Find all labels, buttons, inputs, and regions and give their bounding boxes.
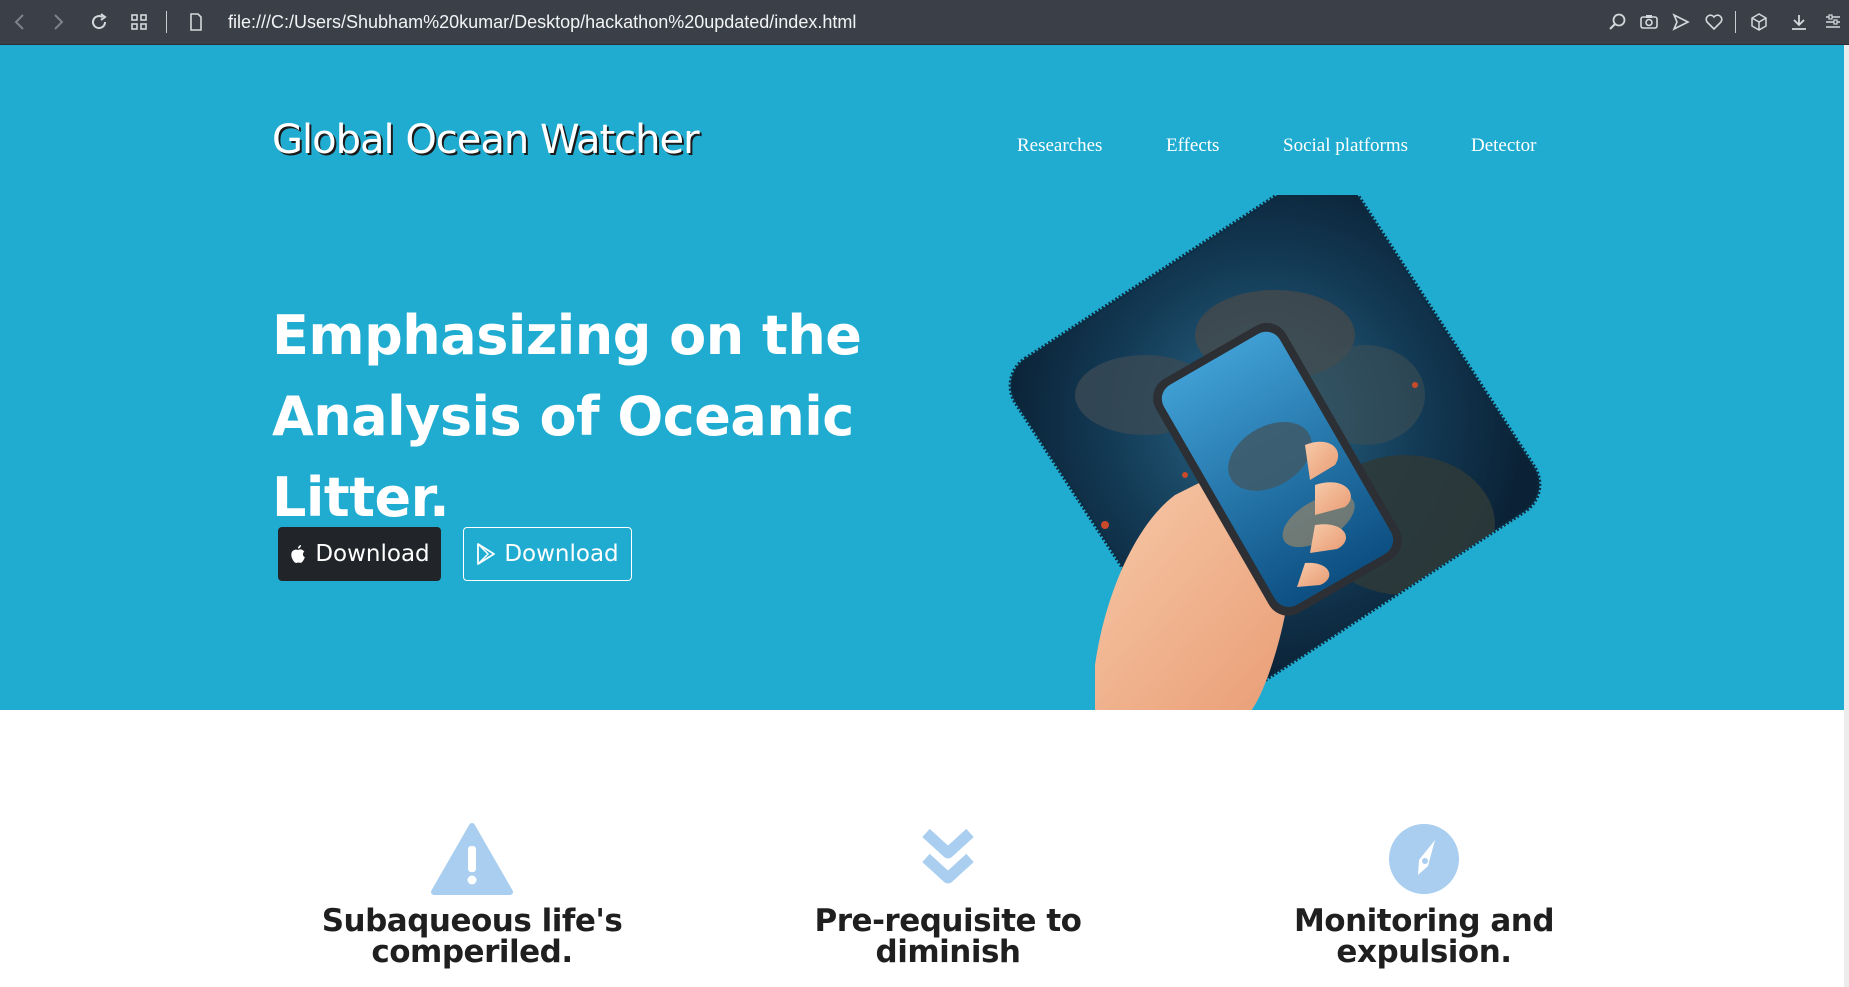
toolbar-divider bbox=[166, 11, 167, 33]
page-icon bbox=[182, 8, 210, 36]
heart-icon[interactable] bbox=[1700, 8, 1728, 36]
feature-monitoring: Monitoring and expulsion. bbox=[1194, 820, 1654, 968]
feature-1-line-2: comperiled. bbox=[371, 934, 573, 970]
send-icon[interactable] bbox=[1667, 8, 1695, 36]
speed-dial-icon[interactable] bbox=[125, 8, 153, 36]
apple-icon bbox=[291, 544, 306, 563]
hero-headline: Emphasizing on the Analysis of Oceanic L… bbox=[272, 295, 892, 538]
feature-3-line-2: expulsion. bbox=[1336, 934, 1512, 970]
headline-line-2: Analysis of Oceanic bbox=[272, 385, 854, 448]
hero-phone-illustration bbox=[1008, 195, 1542, 710]
nav-detector[interactable]: Detector bbox=[1471, 135, 1536, 157]
warning-triangle-icon bbox=[431, 823, 513, 895]
cube-icon[interactable] bbox=[1745, 8, 1773, 36]
back-icon[interactable] bbox=[6, 8, 34, 36]
nav-social-platforms[interactable]: Social platforms bbox=[1283, 135, 1408, 157]
feature-title-marine-life: Subaqueous life's comperiled. bbox=[242, 906, 702, 968]
feature-3-line-1: Monitoring and bbox=[1293, 903, 1555, 939]
download-icon[interactable] bbox=[1785, 8, 1813, 36]
hero-scrollbar[interactable] bbox=[1844, 45, 1849, 710]
feature-title-monitoring: Monitoring and expulsion. bbox=[1194, 906, 1654, 968]
feature-1-line-1: Subaqueous life's bbox=[321, 903, 623, 939]
feature-marine-life: Subaqueous life's comperiled. bbox=[242, 820, 702, 968]
compass-icon bbox=[1389, 824, 1459, 894]
toolbar-divider-2 bbox=[1735, 11, 1736, 33]
page-scrollbar[interactable] bbox=[1844, 710, 1849, 987]
hero-section: Global Ocean Watcher Researches Effects … bbox=[0, 45, 1849, 710]
play-store-download-button[interactable]: Download bbox=[463, 527, 632, 581]
app-store-download-label: Download bbox=[315, 541, 430, 567]
feature-2-line-2: diminish bbox=[875, 934, 1021, 970]
play-store-download-label: Download bbox=[504, 541, 619, 567]
camera-icon[interactable] bbox=[1635, 8, 1663, 36]
address-bar[interactable]: file:///C:/Users/Shubham%20kumar/Desktop… bbox=[228, 9, 856, 35]
nav-effects[interactable]: Effects bbox=[1166, 135, 1219, 157]
feature-2-line-1: Pre-requisite to bbox=[814, 903, 1082, 939]
double-chevron-down-icon bbox=[922, 828, 974, 884]
headline-line-3: Litter. bbox=[272, 466, 450, 529]
site-brand[interactable]: Global Ocean Watcher bbox=[272, 117, 700, 163]
forward-icon[interactable] bbox=[44, 8, 72, 36]
feature-prerequisite: Pre-requisite to diminish bbox=[718, 820, 1178, 968]
search-icon[interactable] bbox=[1604, 8, 1632, 36]
menu-icon[interactable] bbox=[1821, 8, 1845, 36]
reload-icon[interactable] bbox=[85, 8, 113, 36]
browser-toolbar: file:///C:/Users/Shubham%20kumar/Desktop… bbox=[0, 0, 1849, 45]
feature-title-prerequisite: Pre-requisite to diminish bbox=[718, 906, 1178, 968]
nav-researches[interactable]: Researches bbox=[1017, 135, 1102, 157]
headline-line-1: Emphasizing on the bbox=[272, 304, 862, 367]
app-store-download-button[interactable]: Download bbox=[278, 527, 441, 581]
play-store-icon bbox=[477, 543, 496, 565]
